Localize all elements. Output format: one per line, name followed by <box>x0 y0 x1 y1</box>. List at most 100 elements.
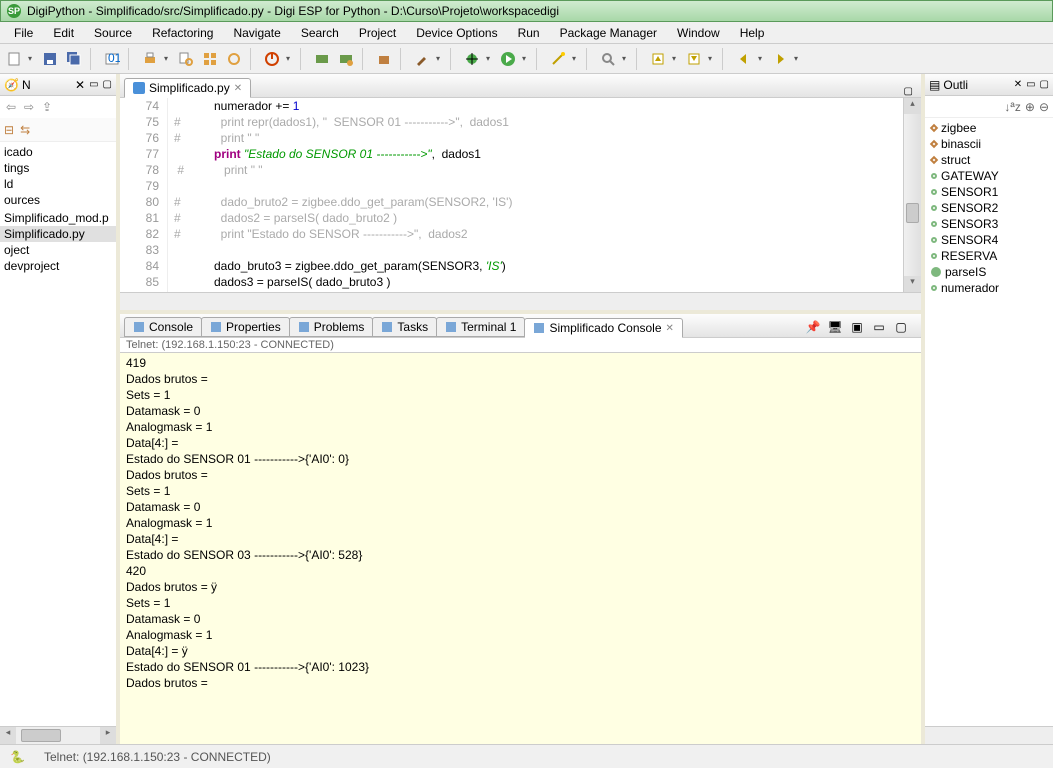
nav-item[interactable]: Simplificado_mod.p <box>0 210 116 226</box>
console-tab-terminal-1[interactable]: Terminal 1 <box>436 317 525 337</box>
collapse-icon[interactable]: ⊟ <box>4 123 14 137</box>
scroll-down-icon[interactable]: ▾ <box>904 276 921 292</box>
scroll-right-icon[interactable]: ▸ <box>100 727 116 744</box>
close-tab-icon[interactable]: ✕ <box>666 323 674 334</box>
console-tab-properties[interactable]: Properties <box>201 317 290 337</box>
editor-vscrollbar[interactable]: ▴ ▾ <box>903 98 921 292</box>
link-editor-icon[interactable]: ⇆ <box>20 123 30 137</box>
device-config-icon[interactable] <box>336 49 356 69</box>
menu-project[interactable]: Project <box>349 24 406 42</box>
print-icon[interactable] <box>140 49 160 69</box>
save-all-icon[interactable] <box>64 49 84 69</box>
outline-list[interactable]: zigbeebinasciistructGATEWAYSENSOR1SENSOR… <box>925 118 1053 726</box>
binary-icon[interactable]: 010 <box>102 49 122 69</box>
nav-item[interactable]: oject <box>0 242 116 258</box>
package-icon[interactable] <box>374 49 394 69</box>
nav-up-icon[interactable]: ⇪ <box>42 100 56 114</box>
prev-annotation-icon[interactable] <box>648 49 668 69</box>
outline-item-parseis[interactable]: parseIS <box>925 264 1053 280</box>
outline-item-binascii[interactable]: binascii <box>925 136 1053 152</box>
console-tab-tasks[interactable]: Tasks <box>372 317 437 337</box>
outline-hscrollbar[interactable] <box>925 726 1053 744</box>
pin-icon[interactable]: 📌 <box>803 317 823 337</box>
new-icon[interactable] <box>4 49 24 69</box>
terminal-icon[interactable]: ▣ <box>847 317 867 337</box>
menu-run[interactable]: Run <box>508 24 550 42</box>
dropdown-icon[interactable]: ▾ <box>708 54 716 63</box>
dropdown-icon[interactable]: ▾ <box>758 54 766 63</box>
dropdown-icon[interactable]: ▾ <box>672 54 680 63</box>
console-tab-problems[interactable]: Problems <box>289 317 374 337</box>
expand-icon[interactable]: ⊕ <box>1025 100 1035 114</box>
dropdown-icon[interactable]: ▾ <box>794 54 802 63</box>
outline-item-gateway[interactable]: GATEWAY <box>925 168 1053 184</box>
minimize-icon[interactable]: ▭ <box>1026 79 1035 90</box>
dropdown-icon[interactable]: ▾ <box>286 54 294 63</box>
console-tab-console[interactable]: Console <box>124 317 202 337</box>
nav-item[interactable]: ld <box>0 176 116 192</box>
nav-item[interactable]: Simplificado.py <box>0 226 116 242</box>
outline-item-sensor4[interactable]: SENSOR4 <box>925 232 1053 248</box>
outline-item-zigbee[interactable]: zigbee <box>925 120 1053 136</box>
editor-tab-simplificado[interactable]: Simplificado.py ✕ <box>124 78 251 98</box>
menu-search[interactable]: Search <box>291 24 349 42</box>
nav-item[interactable]: devproject <box>0 258 116 274</box>
code-content[interactable]: numerador += 1# print repr(dados1), " SE… <box>168 98 903 292</box>
nav-item[interactable]: tings <box>0 160 116 176</box>
nav-item[interactable]: ources <box>0 192 116 208</box>
maximize-icon[interactable]: ▢ <box>1040 79 1049 90</box>
nav-back-icon[interactable]: ⇦ <box>6 100 20 114</box>
navigator-hscrollbar[interactable]: ◂ ▸ <box>0 726 116 744</box>
next-annotation-icon[interactable] <box>684 49 704 69</box>
code-editor[interactable]: 74757677787980818283848586 numerador += … <box>120 98 921 292</box>
scroll-thumb[interactable] <box>21 729 61 742</box>
navigator-tree[interactable]: icadotingsldources Simplificado_mod.pSimp… <box>0 142 116 726</box>
nav-item[interactable]: icado <box>0 144 116 160</box>
device-icon[interactable] <box>312 49 332 69</box>
minimize-icon[interactable]: ▭ <box>869 317 889 337</box>
outline-item-numerador[interactable]: numerador <box>925 280 1053 296</box>
search-file-icon[interactable] <box>176 49 196 69</box>
maximize-icon[interactable]: ▢ <box>103 79 112 90</box>
menu-package-manager[interactable]: Package Manager <box>550 24 667 42</box>
scroll-up-icon[interactable]: ▴ <box>904 98 921 114</box>
outline-item-sensor2[interactable]: SENSOR2 <box>925 200 1053 216</box>
dropdown-icon[interactable]: ▾ <box>572 54 580 63</box>
menu-edit[interactable]: Edit <box>43 24 84 42</box>
search-icon[interactable] <box>598 49 618 69</box>
sort-icon[interactable]: ↓ªz <box>1004 100 1020 114</box>
power-icon[interactable] <box>262 49 282 69</box>
minimize-icon[interactable]: ▭ <box>89 79 98 90</box>
console-output[interactable]: 419Dados brutos = Sets = 1Datamask = 0An… <box>120 353 921 744</box>
nav-forward-icon[interactable]: ⇨ <box>24 100 38 114</box>
run-icon[interactable] <box>498 49 518 69</box>
menu-window[interactable]: Window <box>667 24 730 42</box>
close-icon[interactable]: ✕ <box>75 78 85 92</box>
display-icon[interactable]: 🖥 <box>825 317 845 337</box>
toggle-block-icon[interactable] <box>200 49 220 69</box>
dropdown-icon[interactable]: ▾ <box>28 54 36 63</box>
dropdown-icon[interactable]: ▾ <box>522 54 530 63</box>
wand-icon[interactable] <box>548 49 568 69</box>
console-tab-simplificado-console[interactable]: Simplificado Console✕ <box>524 318 682 338</box>
collapse-icon[interactable]: ⊖ <box>1039 100 1049 114</box>
back-icon[interactable] <box>734 49 754 69</box>
forward-icon[interactable] <box>770 49 790 69</box>
menu-source[interactable]: Source <box>84 24 142 42</box>
menu-help[interactable]: Help <box>730 24 775 42</box>
menu-file[interactable]: File <box>4 24 43 42</box>
dropdown-icon[interactable]: ▾ <box>436 54 444 63</box>
dropdown-icon[interactable]: ▾ <box>622 54 630 63</box>
dropdown-icon[interactable]: ▾ <box>486 54 494 63</box>
brush-icon[interactable] <box>412 49 432 69</box>
sync-icon[interactable] <box>224 49 244 69</box>
save-icon[interactable] <box>40 49 60 69</box>
scroll-left-icon[interactable]: ◂ <box>0 727 16 744</box>
debug-icon[interactable] <box>462 49 482 69</box>
editor-maximize-icon[interactable]: ▢ <box>900 86 917 97</box>
close-tab-icon[interactable]: ✕ <box>234 83 242 94</box>
close-icon[interactable]: ✕ <box>1014 79 1022 90</box>
scroll-thumb[interactable] <box>906 203 919 223</box>
menu-refactoring[interactable]: Refactoring <box>142 24 223 42</box>
maximize-icon[interactable]: ▢ <box>891 317 911 337</box>
